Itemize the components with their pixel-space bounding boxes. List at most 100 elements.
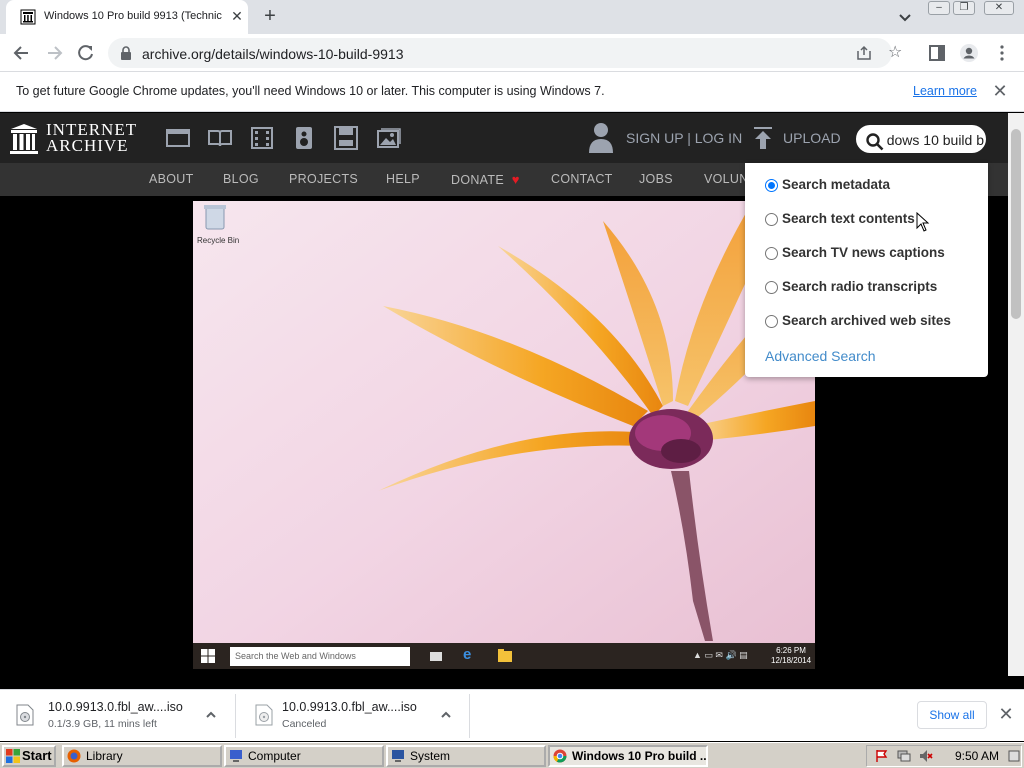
close-downloads-icon[interactable]: ✕ — [996, 704, 1016, 724]
divider — [469, 694, 470, 738]
radio-selected[interactable] — [765, 179, 778, 192]
infobar-message: To get future Google Chrome updates, you… — [16, 84, 605, 98]
nav-projects[interactable]: PROJECTS — [289, 172, 358, 186]
close-window-button[interactable]: ✕ — [984, 1, 1014, 15]
browser-tabstrip: Windows 10 Pro build 9913 (Technica ✕ + … — [0, 0, 1024, 34]
close-tab-icon[interactable]: ✕ — [228, 7, 246, 25]
network-icon[interactable] — [897, 749, 911, 763]
system-clock[interactable]: 9:50 AM — [955, 749, 999, 763]
advanced-search-link[interactable]: Advanced Search — [765, 348, 876, 364]
mouse-cursor-icon — [916, 212, 930, 232]
start-button[interactable]: Start — [2, 745, 56, 767]
download-status: Canceled — [282, 718, 327, 730]
download-item[interactable]: 10.0.9913.0.fbl_aw....iso 0.1/3.9 GB, 11… — [0, 690, 236, 742]
action-center-flag-icon[interactable] — [875, 749, 889, 763]
download-filename: 10.0.9913.0.fbl_aw....iso — [282, 700, 417, 714]
nav-blog[interactable]: BLOG — [223, 172, 259, 186]
archive-building-icon — [10, 124, 38, 154]
system-icon — [392, 750, 404, 762]
show-all-button[interactable]: Show all — [917, 701, 987, 729]
nav-volunteer[interactable]: VOLUN — [704, 172, 749, 186]
scrollbar-thumb[interactable] — [1011, 129, 1021, 319]
software-icon[interactable] — [333, 126, 359, 150]
edge-ie-icon: e — [463, 646, 472, 663]
volume-muted-icon[interactable] — [919, 749, 933, 763]
option-label: Search TV news captions — [782, 245, 945, 260]
chevron-down-icon[interactable] — [896, 8, 914, 26]
nav-donate[interactable]: DONATE ♥ — [451, 172, 520, 187]
bookmark-star-icon[interactable]: ☆ — [888, 44, 902, 62]
new-tab-button[interactable]: + — [259, 4, 281, 28]
side-panel-icon[interactable] — [927, 43, 947, 63]
search-icon[interactable] — [866, 133, 884, 151]
forward-arrow-icon[interactable] — [44, 43, 64, 63]
win10-date: 12/18/2014 — [771, 656, 812, 665]
file-explorer-icon — [498, 649, 512, 662]
images-icon[interactable] — [375, 126, 401, 150]
chevron-up-icon[interactable] — [204, 708, 218, 722]
download-item[interactable]: 10.0.9913.0.fbl_aw....iso Canceled — [237, 690, 473, 742]
radio-unselected[interactable] — [765, 315, 778, 328]
win10-clock: 6:26 PM 12/18/2014 — [771, 646, 811, 666]
close-infobar-icon[interactable]: ✕ — [991, 81, 1009, 101]
page-scrollbar[interactable] — [1008, 113, 1024, 676]
chrome-icon — [553, 749, 567, 763]
user-account-icon[interactable] — [588, 122, 614, 154]
start-label: Start — [22, 748, 52, 763]
task-library[interactable]: Library — [62, 745, 222, 767]
chevron-up-icon[interactable] — [439, 708, 453, 722]
nav-about[interactable]: ABOUT — [149, 172, 194, 186]
nav-contact[interactable]: CONTACT — [551, 172, 613, 186]
archive-favicon-icon — [20, 9, 36, 25]
divider — [235, 694, 236, 738]
reload-icon[interactable] — [76, 43, 96, 63]
web-icon[interactable] — [165, 126, 191, 150]
task-view-icon — [430, 652, 442, 661]
tab-title: Windows 10 Pro build 9913 (Technica — [44, 10, 222, 22]
audio-icon[interactable] — [291, 126, 317, 150]
browser-toolbar: archive.org/details/windows-10-build-991… — [0, 34, 1024, 72]
task-label: Computer — [248, 749, 301, 763]
ia-logo[interactable]: INTERNET ARCHIVE — [10, 121, 146, 156]
signup-login-link[interactable]: SIGN UP | LOG IN — [626, 130, 742, 146]
back-arrow-icon[interactable] — [12, 43, 32, 63]
texts-icon[interactable] — [207, 126, 233, 150]
task-computer[interactable]: Computer — [224, 745, 384, 767]
search-query-text: windows 10 build b — [886, 132, 984, 148]
disc-image-file-icon — [255, 704, 273, 726]
learn-more-link[interactable]: Learn more — [913, 84, 977, 98]
upload-link[interactable]: UPLOAD — [783, 130, 841, 146]
nav-help[interactable]: HELP — [386, 172, 420, 186]
show-desktop-icon[interactable] — [1007, 749, 1021, 763]
restore-button[interactable]: ❐ — [953, 1, 975, 15]
radio-unselected[interactable] — [765, 213, 778, 226]
flower-wallpaper-image — [193, 201, 815, 669]
video-icon[interactable] — [249, 126, 275, 150]
kebab-menu-icon[interactable] — [992, 43, 1012, 63]
upload-icon[interactable] — [753, 126, 773, 150]
minimize-button[interactable]: – — [928, 1, 950, 15]
option-label: Search archived web sites — [782, 313, 951, 328]
download-filename: 10.0.9913.0.fbl_aw....iso — [48, 700, 183, 714]
update-infobar: To get future Google Chrome updates, you… — [0, 72, 1024, 112]
nav-donate-label: DONATE — [451, 173, 504, 187]
radio-unselected[interactable] — [765, 247, 778, 260]
task-chrome[interactable]: Windows 10 Pro build ... — [548, 745, 708, 767]
browser-tab-active[interactable]: Windows 10 Pro build 9913 (Technica ✕ — [6, 0, 248, 34]
ia-logo-text: INTERNET ARCHIVE — [46, 121, 137, 154]
task-system[interactable]: System — [386, 745, 546, 767]
profile-avatar-icon[interactable] — [959, 43, 979, 63]
lock-icon[interactable] — [120, 46, 132, 60]
windows-logo-icon — [201, 649, 215, 663]
windows10-screenshot[interactable]: Recycle Bin Search the Web and Windows e… — [193, 201, 815, 669]
task-label: System — [410, 749, 451, 763]
downloads-bar: 10.0.9913.0.fbl_aw....iso 0.1/3.9 GB, 11… — [0, 689, 1024, 741]
share-icon[interactable] — [856, 45, 872, 61]
win10-time: 6:26 PM — [776, 646, 806, 655]
nav-jobs[interactable]: JOBS — [639, 172, 673, 186]
computer-icon — [230, 750, 242, 762]
ia-search-input[interactable]: windows 10 build b — [856, 125, 986, 153]
firefox-icon — [67, 749, 81, 763]
radio-unselected[interactable] — [765, 281, 778, 294]
address-bar[interactable]: archive.org/details/windows-10-build-991… — [108, 38, 902, 68]
